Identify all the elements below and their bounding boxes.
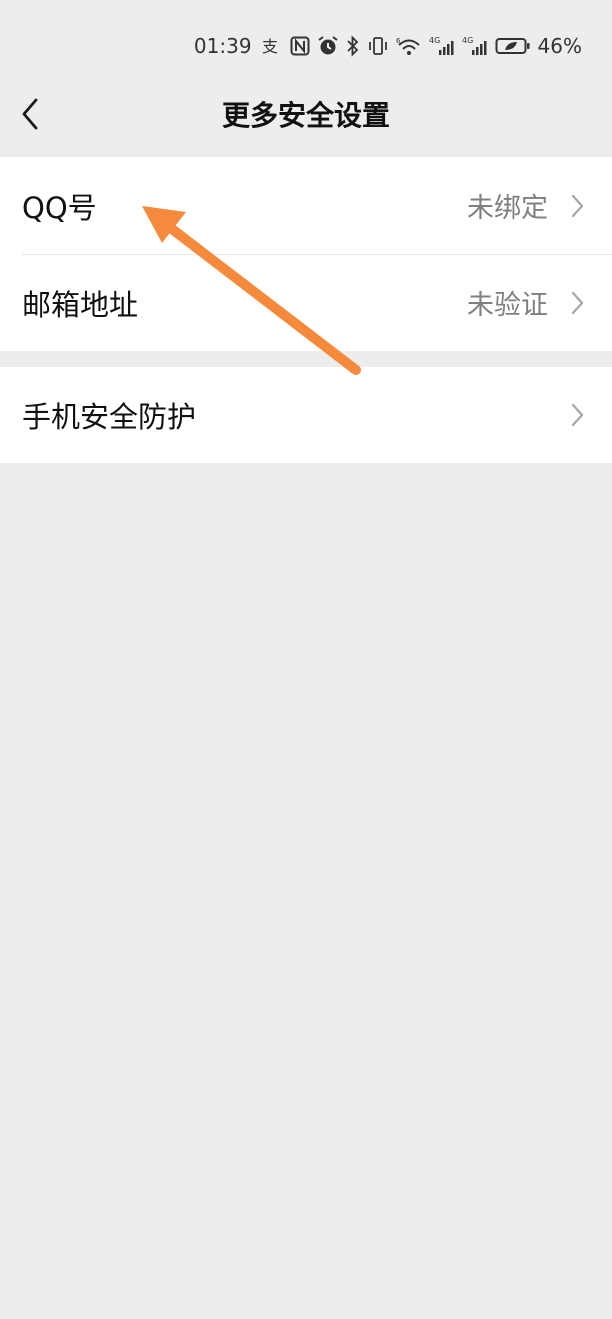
alarm-icon [317, 35, 339, 57]
svg-text:4G: 4G [429, 36, 440, 45]
status-time: 01:39 [193, 34, 252, 58]
nav-bar: 更多安全设置 [0, 88, 612, 144]
svg-text:6: 6 [396, 37, 401, 45]
page-title: 更多安全设置 [221, 99, 390, 132]
chevron-right-icon [570, 254, 584, 351]
status-icons: 01:39 支 6 4G 4G 46% [194, 32, 582, 60]
settings-item-label: QQ号 [22, 190, 97, 225]
settings-item-phone-security[interactable]: 手机安全防护 [0, 367, 612, 463]
status-bar: 01:39 支 6 4G 4G 46% [0, 0, 612, 88]
svg-text:4G: 4G [462, 36, 473, 45]
settings-item-label: 手机安全防护 [22, 400, 197, 434]
settings-item-status: 未绑定 [467, 193, 548, 224]
chevron-right-icon [570, 157, 584, 254]
settings-item-email[interactable]: 邮箱地址 未验证 [0, 254, 612, 351]
settings-item-qq[interactable]: QQ号 未绑定 [0, 157, 612, 255]
signal-4g-icon: 4G [462, 35, 488, 57]
chevron-right-icon [570, 367, 584, 463]
signal-4g-icon: 4G [429, 35, 455, 57]
settings-group-phone: 手机安全防护 [0, 367, 612, 463]
settings-group-account: QQ号 未绑定 邮箱地址 未验证 [0, 157, 612, 351]
bluetooth-icon [346, 35, 360, 57]
settings-item-label: 邮箱地址 [22, 287, 139, 322]
battery-percent: 46% [537, 34, 582, 58]
alipay-icon: 支 [261, 36, 283, 56]
settings-item-status: 未验证 [467, 290, 548, 321]
svg-text:支: 支 [262, 37, 278, 56]
battery-icon [495, 35, 531, 57]
wifi-icon: 6 [396, 35, 422, 57]
vibrate-icon [367, 35, 389, 57]
nfc-icon [290, 36, 310, 56]
